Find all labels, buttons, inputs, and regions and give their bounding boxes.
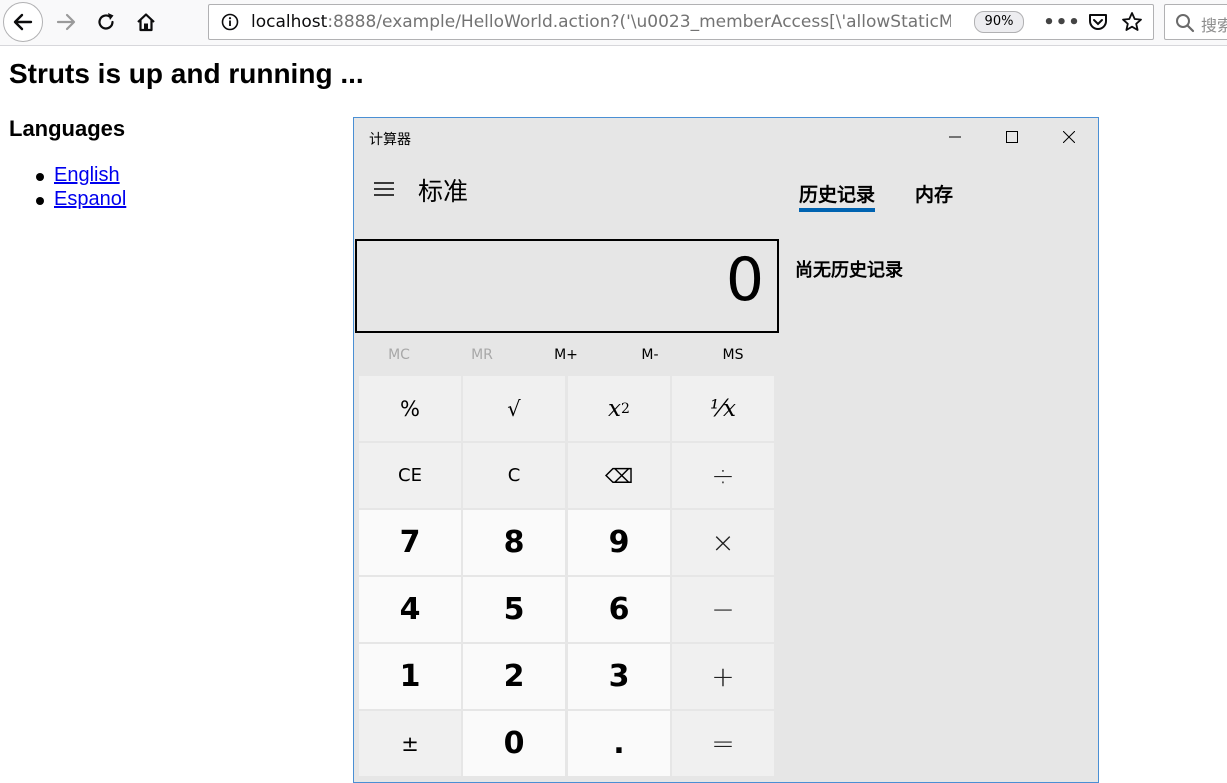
tab-history[interactable]: 历史记录 bbox=[799, 180, 875, 207]
decimal-button[interactable]: . bbox=[568, 711, 670, 776]
reload-icon bbox=[98, 13, 114, 30]
search-bar[interactable]: 搜索 bbox=[1164, 4, 1227, 40]
divide-button[interactable]: ÷ bbox=[672, 443, 774, 508]
url-host: localhost bbox=[251, 12, 328, 32]
square-button[interactable]: x2 bbox=[568, 376, 670, 441]
clear-button[interactable]: C bbox=[463, 443, 565, 508]
square-base: x bbox=[608, 395, 622, 422]
url-text[interactable]: localhost:8888/example/HelloWorld.action… bbox=[251, 12, 951, 32]
maximize-button[interactable] bbox=[983, 118, 1040, 156]
digit-7-button[interactable]: 7 bbox=[359, 510, 461, 575]
minimize-icon bbox=[948, 136, 961, 138]
calculator-display[interactable]: 0 bbox=[355, 239, 779, 333]
digit-8-button[interactable]: 8 bbox=[463, 510, 565, 575]
list-item: Espanol bbox=[35, 188, 126, 212]
reciprocal-button[interactable]: ⅟x bbox=[672, 376, 774, 441]
zoom-level-badge[interactable]: 90% bbox=[974, 11, 1024, 33]
search-icon bbox=[1176, 14, 1195, 33]
home-button[interactable] bbox=[130, 6, 162, 38]
languages-heading: Languages bbox=[9, 116, 126, 141]
digit-9-button[interactable]: 9 bbox=[568, 510, 670, 575]
english-link[interactable]: English bbox=[54, 164, 120, 186]
more-icon[interactable]: ••• bbox=[1043, 11, 1080, 33]
digit-4-button[interactable]: 4 bbox=[359, 577, 461, 642]
home-icon bbox=[137, 13, 155, 32]
back-button[interactable] bbox=[3, 2, 43, 42]
url-bar[interactable]: localhost:8888/example/HelloWorld.action… bbox=[208, 4, 1154, 40]
percent-button[interactable]: % bbox=[359, 376, 461, 441]
navigation-menu-button[interactable] bbox=[366, 174, 402, 204]
square-root-button[interactable]: √ bbox=[463, 376, 565, 441]
digit-3-button[interactable]: 3 bbox=[568, 644, 670, 709]
forward-arrow-icon bbox=[56, 13, 76, 31]
calculator-mode-title: 标准 bbox=[418, 177, 469, 206]
memory-subtract-button[interactable]: M- bbox=[616, 347, 684, 365]
minimize-button[interactable] bbox=[926, 118, 983, 156]
negate-button[interactable]: ± bbox=[359, 711, 461, 776]
clear-entry-button[interactable]: CE bbox=[359, 443, 461, 508]
digit-2-button[interactable]: 2 bbox=[463, 644, 565, 709]
digit-1-button[interactable]: 1 bbox=[359, 644, 461, 709]
active-tab-indicator bbox=[799, 208, 875, 212]
equals-button[interactable]: = bbox=[672, 711, 774, 776]
reload-button[interactable] bbox=[90, 6, 122, 38]
close-icon bbox=[1062, 131, 1075, 143]
tab-memory[interactable]: 内存 bbox=[915, 180, 953, 207]
history-empty-message: 尚无历史记录 bbox=[795, 260, 903, 281]
info-icon[interactable] bbox=[221, 13, 239, 31]
digit-6-button[interactable]: 6 bbox=[568, 577, 670, 642]
subtract-button[interactable]: − bbox=[672, 577, 774, 642]
close-button[interactable] bbox=[1040, 118, 1097, 156]
page-title: Struts is up and running ... bbox=[9, 58, 364, 89]
digit-0-button[interactable]: 0 bbox=[463, 711, 565, 776]
display-value: 0 bbox=[725, 245, 764, 315]
digit-5-button[interactable]: 5 bbox=[463, 577, 565, 642]
memory-store-button[interactable]: MS bbox=[699, 347, 767, 365]
multiply-button[interactable]: × bbox=[672, 510, 774, 575]
espanol-link[interactable]: Espanol bbox=[54, 188, 126, 210]
maximize-icon bbox=[1005, 131, 1018, 143]
calculator-window: 计算器 标准 历史记录 内存 0 尚无历史记录 MC MR M+ M- MS %… bbox=[353, 117, 1099, 783]
square-exponent: 2 bbox=[621, 400, 630, 417]
backspace-button[interactable]: ⌫ bbox=[568, 443, 670, 508]
memory-add-button[interactable]: M+ bbox=[532, 347, 600, 365]
pocket-icon[interactable] bbox=[1087, 11, 1109, 33]
memory-clear-button[interactable]: MC bbox=[365, 347, 433, 365]
back-arrow-icon bbox=[13, 13, 33, 31]
memory-recall-button[interactable]: MR bbox=[448, 347, 516, 365]
search-placeholder: 搜索 bbox=[1201, 16, 1227, 35]
hamburger-icon bbox=[374, 182, 394, 196]
add-button[interactable]: + bbox=[672, 644, 774, 709]
list-item: English bbox=[35, 164, 126, 188]
browser-toolbar: localhost:8888/example/HelloWorld.action… bbox=[0, 0, 1227, 46]
url-path: :8888/example/HelloWorld.action?('\u0023… bbox=[327, 12, 951, 32]
language-list: English Espanol bbox=[35, 164, 126, 212]
window-title: 计算器 bbox=[369, 132, 411, 148]
star-icon[interactable] bbox=[1121, 11, 1143, 33]
forward-button[interactable] bbox=[50, 6, 82, 38]
